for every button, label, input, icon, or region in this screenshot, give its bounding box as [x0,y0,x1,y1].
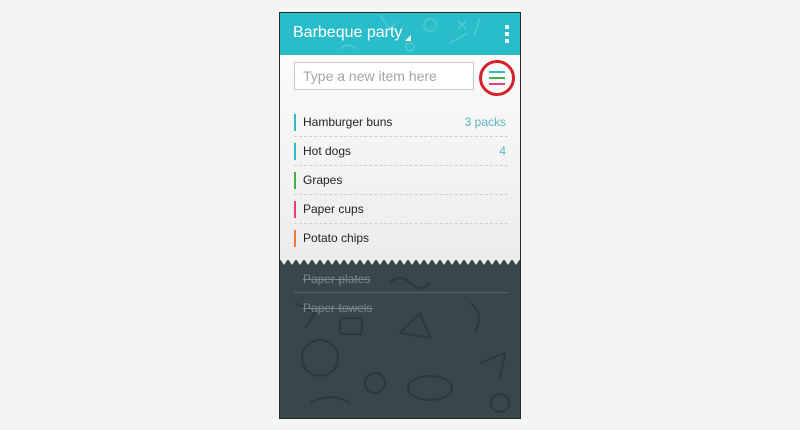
list-item[interactable]: Paper cups [294,195,508,224]
completed-item[interactable]: Paper plates [294,264,508,293]
item-name: Hamburger buns [303,115,393,129]
list-item[interactable]: Hot dogs 4 [294,137,508,166]
list-item[interactable]: Potato chips [294,224,508,253]
shopping-list-sheet: Hamburger buns 3 packs Hot dogs 4 Grapes… [280,55,520,260]
category-color-bar [294,201,296,218]
menu-line-icon [489,77,505,79]
new-item-input[interactable] [295,63,473,89]
overflow-menu-icon[interactable] [498,22,516,46]
new-item-field[interactable] [294,62,474,90]
menu-line-icon [489,83,505,85]
item-name: Paper cups [303,202,364,216]
category-color-bar [294,230,296,247]
list-title[interactable]: Barbeque party [293,24,402,42]
phone-screen: Barbeque party Hamburger buns 3 packs Ho… [279,12,521,419]
app-bar: Barbeque party [280,13,520,55]
item-name: Grapes [303,173,343,187]
completed-item[interactable]: Paper towels [294,293,508,322]
category-menu-button[interactable] [479,60,515,96]
category-color-bar [294,114,296,131]
item-name: Paper towels [303,301,373,315]
item-quantity: 4 [499,144,506,158]
category-color-bar [294,172,296,189]
list-item[interactable]: Hamburger buns 3 packs [294,108,508,137]
category-color-bar [294,143,296,160]
menu-line-icon [489,71,505,73]
item-name: Potato chips [303,231,370,245]
list-dropdown-icon[interactable] [405,35,411,41]
item-quantity: 3 packs [464,115,506,129]
item-name: Hot dogs [303,144,352,158]
list-item[interactable]: Grapes [294,166,508,195]
item-name: Paper plates [303,272,371,286]
